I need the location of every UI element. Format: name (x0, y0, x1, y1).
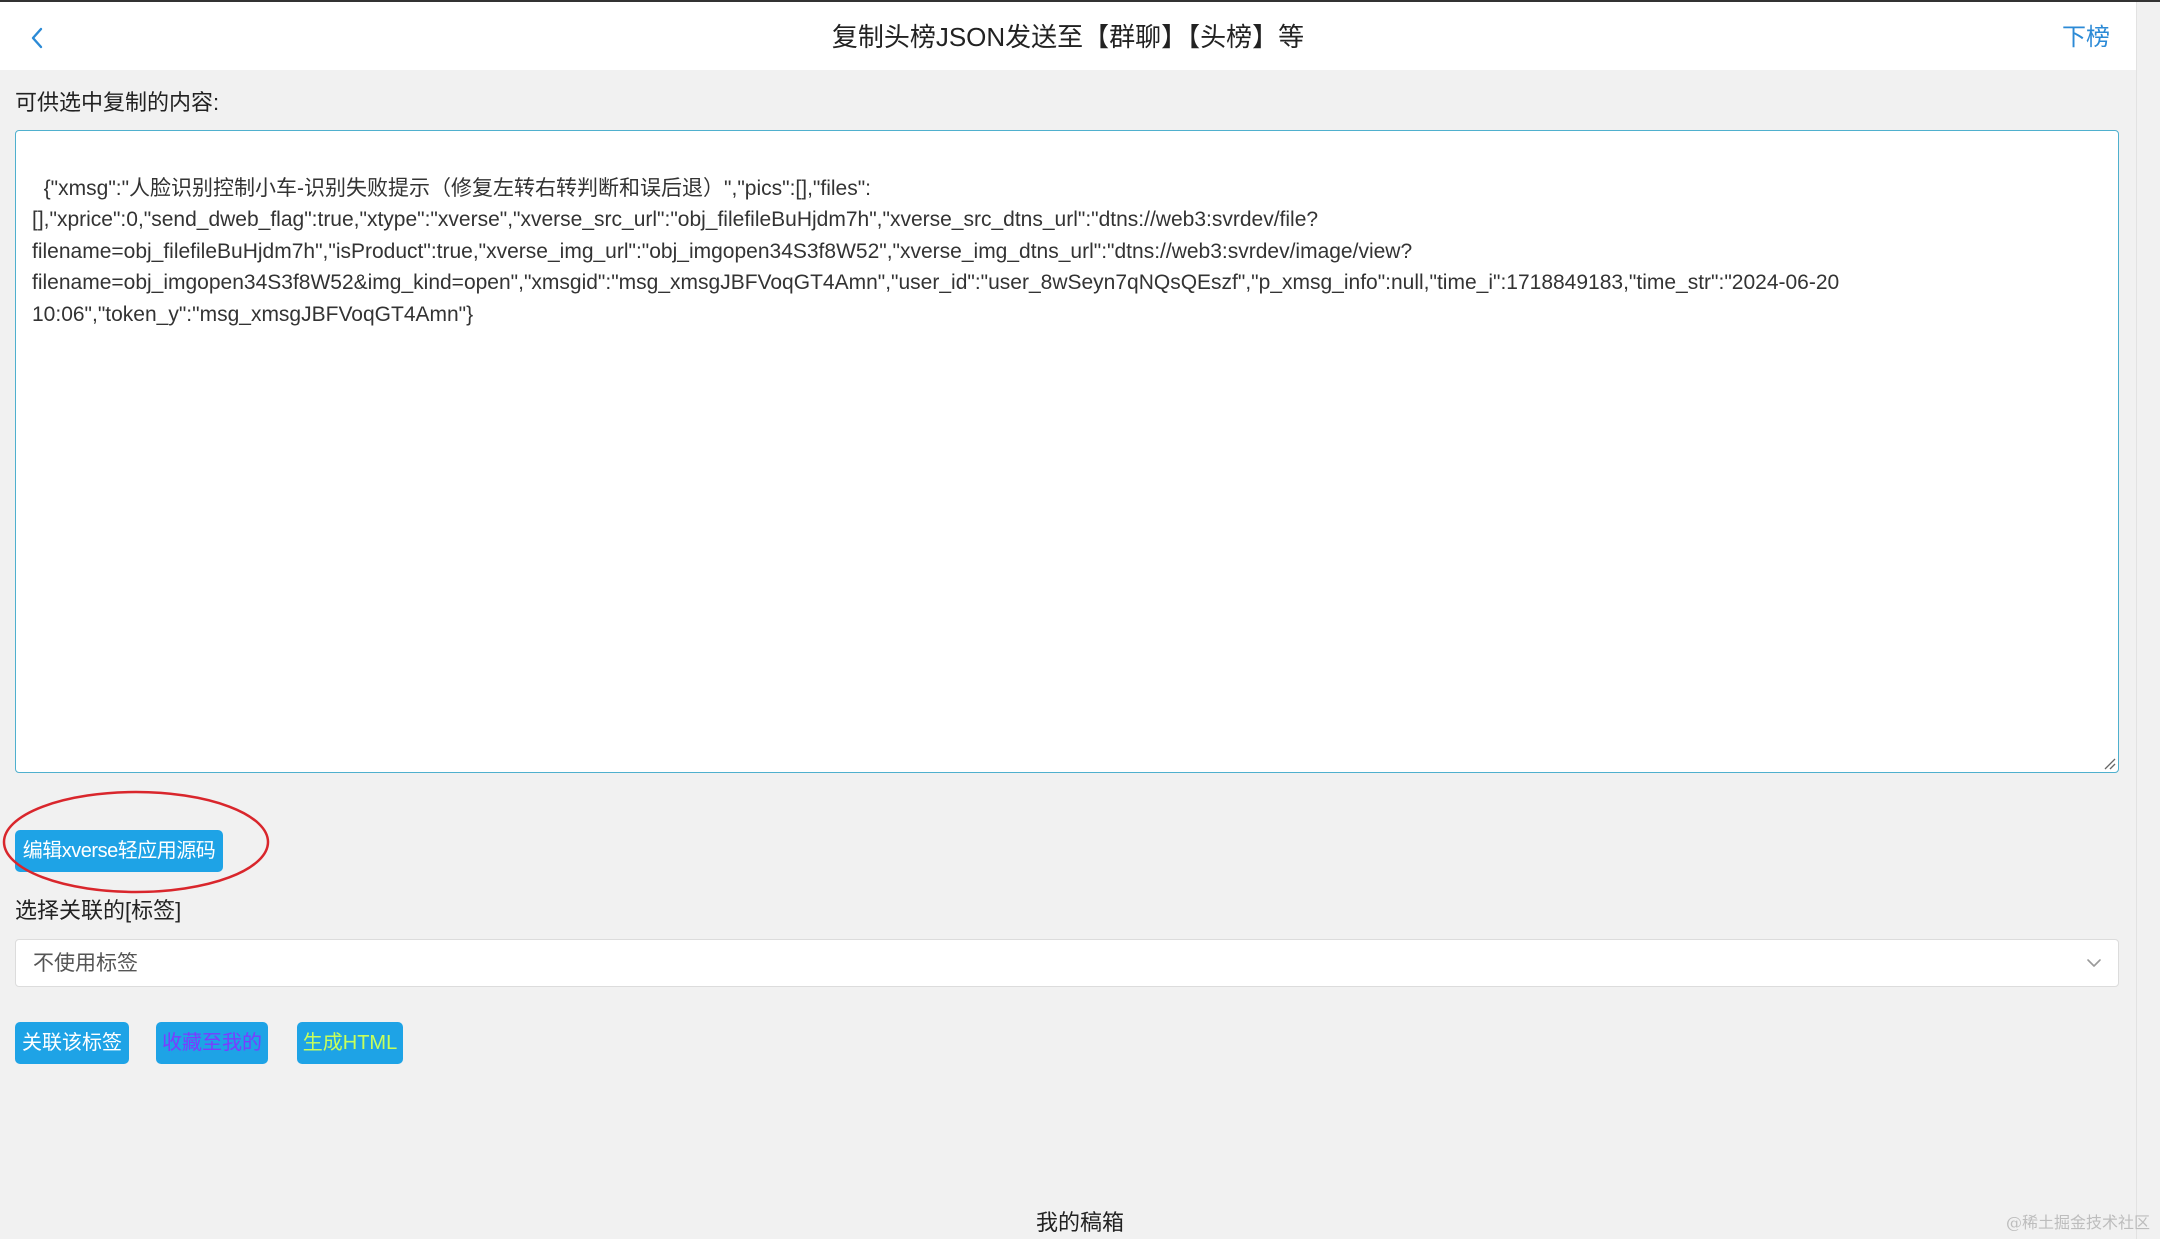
link-tag-button[interactable]: 关联该标签 (15, 1022, 129, 1064)
json-content-text: {"xmsg":"人脸识别控制小车-识别失败提示（修复左转右转判断和误后退）",… (32, 176, 1840, 326)
copyable-content-label: 可供选中复制的内容: (15, 90, 220, 115)
my-drafts-link[interactable]: 我的稿箱 (0, 1208, 2160, 1238)
tag-select-value: 不使用标签 (33, 952, 138, 975)
tag-select-dropdown[interactable]: 不使用标签 (15, 939, 2119, 987)
resize-grip-icon[interactable] (2102, 756, 2116, 770)
edit-xverse-source-button[interactable]: 编辑xverse轻应用源码 (15, 830, 223, 872)
watermark: @稀土掘金技术社区 (2005, 1213, 2150, 1232)
vertical-scrollbar[interactable] (2136, 2, 2160, 1239)
next-rank-link[interactable]: 下榜 (2062, 22, 2110, 54)
json-content-textarea[interactable]: {"xmsg":"人脸识别控制小车-识别失败提示（修复左转右转判断和误后退）",… (15, 130, 2119, 773)
favorite-button[interactable]: 收藏至我的 (156, 1022, 268, 1064)
page-title: 复制头榜JSON发送至【群聊】【头榜】等 (831, 22, 1305, 52)
chevron-down-icon (2087, 959, 2101, 967)
page-header: 复制头榜JSON发送至【群聊】【头榜】等 下榜 (0, 2, 2136, 70)
generate-html-button[interactable]: 生成HTML (297, 1022, 403, 1064)
tag-select-label: 选择关联的[标签] (15, 898, 182, 923)
